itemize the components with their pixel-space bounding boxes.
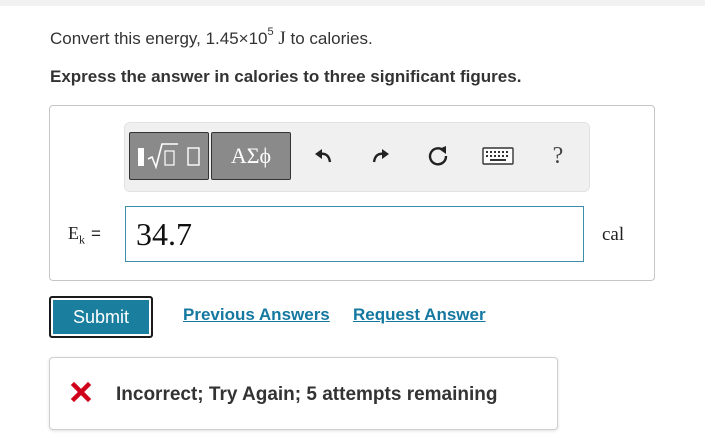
- keyboard-button[interactable]: [481, 143, 515, 169]
- templates-button[interactable]: [129, 132, 209, 180]
- math-toolbar: ΑΣϕ ?: [124, 122, 590, 192]
- reset-button[interactable]: [423, 143, 453, 169]
- answer-panel: ΑΣϕ ? Ek = 34.7 cal: [49, 105, 655, 281]
- equals-sign: =: [91, 224, 101, 243]
- question-suffix: to calories.: [290, 29, 373, 48]
- previous-answers-link[interactable]: Previous Answers: [183, 305, 330, 325]
- question-prefix: Convert this energy, 1.45×10: [50, 29, 268, 48]
- instruction-text: Express the answer in calories to three …: [50, 67, 522, 86]
- keyboard-icon: [482, 147, 514, 165]
- help-button[interactable]: ?: [543, 143, 573, 169]
- undo-icon: [315, 149, 332, 163]
- question-unit-symbol: J: [278, 28, 286, 49]
- question-text: Convert this energy, 1.45×105 J to calor…: [50, 26, 373, 50]
- request-answer-link[interactable]: Request Answer: [353, 305, 486, 325]
- question-exponent: 5: [267, 26, 274, 39]
- x-icon: [70, 381, 92, 403]
- energy-symbol: E: [68, 223, 79, 243]
- feedback-box: Incorrect; Try Again; 5 attempts remaini…: [49, 357, 558, 430]
- feedback-message: Incorrect; Try Again; 5 attempts remaini…: [116, 384, 498, 405]
- greek-symbols-button[interactable]: ΑΣϕ: [211, 132, 291, 180]
- answer-input[interactable]: 34.7: [125, 206, 584, 262]
- undo-button[interactable]: [308, 143, 338, 169]
- reset-icon: [428, 146, 448, 166]
- energy-label: Ek =: [68, 223, 101, 248]
- energy-subscript: k: [79, 232, 85, 247]
- help-label: ?: [552, 142, 564, 169]
- sqrt-template-icon: [138, 143, 200, 170]
- greek-symbols-label: ΑΣϕ: [230, 143, 272, 168]
- redo-button[interactable]: [366, 143, 396, 169]
- top-bar: [0, 0, 705, 6]
- submit-button[interactable]: Submit: [49, 296, 153, 338]
- redo-icon: [372, 149, 389, 163]
- unit-label: cal: [602, 224, 625, 245]
